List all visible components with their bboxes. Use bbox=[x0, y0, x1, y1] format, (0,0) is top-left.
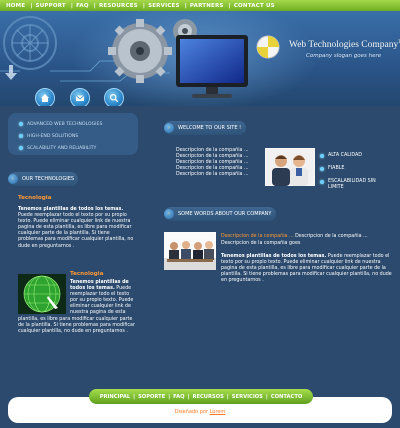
arrow-icon: › bbox=[164, 123, 174, 133]
arrow-icon: › bbox=[8, 174, 18, 184]
brand-name: Web Technologies Company bbox=[289, 40, 399, 51]
nav-separator: | bbox=[30, 2, 33, 9]
mail-icon bbox=[75, 95, 85, 101]
credit-prefix: Diseñado por bbox=[174, 409, 210, 415]
feature-label: ALTA CALIDAD bbox=[328, 152, 362, 158]
nav-separator: | bbox=[265, 393, 268, 400]
top-nav-partners[interactable]: PARTNERS bbox=[190, 3, 224, 9]
nav-separator: | bbox=[228, 2, 231, 9]
company-logo bbox=[256, 35, 280, 59]
top-nav-support[interactable]: SUPPORT bbox=[36, 3, 66, 9]
our-tech-heading-text: OUR TECHNOLOGIES bbox=[22, 176, 75, 182]
feature-list: ALTA CALIDAD FIABLE ESCALABILIDAD SIN LI… bbox=[320, 150, 390, 192]
arrow-icon: › bbox=[164, 209, 174, 219]
welcome-heading: › WELCOME TO OUR SITE ! bbox=[164, 121, 241, 135]
tech2-block: Tecnologia Tenemos plantillas de todos l… bbox=[18, 271, 136, 335]
nav-separator: | bbox=[93, 2, 96, 9]
nav-separator: | bbox=[133, 393, 136, 400]
quick-link-item[interactable]: SCALABILITY AND RELIABILITY bbox=[19, 142, 138, 154]
footer-nav: PRINCIPAL | SOPORTE | FAQ | RECURSOS | SERVI… bbox=[89, 389, 313, 404]
bullet-icon bbox=[19, 122, 23, 126]
top-nav-resources[interactable]: RESOURCES bbox=[99, 3, 138, 9]
office-photo bbox=[164, 232, 216, 270]
footer-nav-servicios[interactable]: SERVICIOS bbox=[232, 394, 263, 400]
nav-separator: | bbox=[187, 393, 190, 400]
about-paragraph-bold: Tenemos plantillas de todos los temas. bbox=[221, 254, 327, 259]
nav-separator: | bbox=[168, 393, 171, 400]
feature-label: ESCALABILIDAD SIN LIMITE bbox=[328, 179, 376, 191]
feature-label: FIABLE bbox=[328, 165, 345, 171]
about-line-1: Descripcion de la compañia ... Descripci… bbox=[221, 234, 391, 240]
quick-links-box: ADVANCED WEB TECHNOLOGIES HIGH-END SOLUT… bbox=[8, 113, 138, 155]
brand-slogan: Company slogan goes here bbox=[306, 53, 382, 59]
home-icon bbox=[41, 94, 49, 102]
top-nav-contact[interactable]: CONTACT US bbox=[234, 3, 275, 9]
quick-link-item[interactable]: ADVANCED WEB TECHNOLOGIES bbox=[19, 118, 138, 130]
nav-separator: | bbox=[70, 2, 74, 9]
about-heading-text: SOME WORDS ABOUT OUR COMPANY bbox=[178, 211, 272, 217]
about-paragraph: Tenemos plantillas de todos los temas. P… bbox=[221, 254, 393, 284]
footer-credit: Diseñado por Lorem bbox=[0, 409, 400, 415]
quick-link-label: ADVANCED WEB TECHNOLOGIES bbox=[27, 121, 103, 127]
welcome-lines: Descripcion de la compañia ... Descripci… bbox=[176, 148, 266, 178]
about-line-1-text: Descripcion de la compañia ... bbox=[293, 234, 368, 239]
about-heading: › SOME WORDS ABOUT OUR COMPANY bbox=[164, 207, 271, 221]
feature-item: ALTA CALIDAD bbox=[320, 150, 390, 162]
feature-item: FIABLE bbox=[320, 162, 390, 176]
bullet-icon bbox=[320, 167, 324, 171]
footer-nav-contacto[interactable]: CONTACTO bbox=[271, 394, 302, 400]
about-line-2: Descripcion de la compañia goes bbox=[221, 241, 301, 246]
team-photo bbox=[265, 148, 315, 186]
nav-separator: | bbox=[142, 2, 146, 9]
tech-title: Tecnologia bbox=[18, 195, 52, 201]
quick-link-label: SCALABILITY AND RELIABILITY bbox=[27, 145, 97, 151]
search-icon bbox=[109, 93, 119, 103]
welcome-line: Descripcion de la compañia ... bbox=[176, 172, 249, 178]
bullet-icon bbox=[320, 154, 324, 158]
top-nav-faq[interactable]: FAQ bbox=[76, 3, 89, 9]
quick-link-item[interactable]: HIGH-END SOLUTIONS bbox=[19, 130, 138, 142]
footer-nav-soporte[interactable]: SOPORTE bbox=[138, 394, 165, 400]
search-icon-button[interactable] bbox=[104, 88, 124, 106]
our-tech-heading: › OUR TECHNOLOGIES bbox=[8, 172, 74, 186]
footer-nav-recursos[interactable]: RECURSOS bbox=[192, 394, 223, 400]
top-nav-home[interactable]: HOME bbox=[6, 3, 25, 9]
tech-paragraph: Tenemos plantillas de todos los temas. P… bbox=[18, 207, 136, 250]
bullet-icon bbox=[320, 180, 324, 184]
mail-icon-button[interactable] bbox=[70, 88, 90, 106]
bullet-icon bbox=[19, 146, 23, 150]
welcome-heading-text: WELCOME TO OUR SITE ! bbox=[178, 125, 242, 131]
about-link[interactable]: Descripcion de la compañia ... bbox=[221, 234, 294, 239]
tech-paragraph-text: Puede reemplazar todo el texto por su pr… bbox=[18, 213, 134, 249]
quick-link-label: HIGH-END SOLUTIONS bbox=[27, 133, 79, 139]
bullet-icon bbox=[19, 134, 23, 138]
nav-separator: | bbox=[226, 393, 229, 400]
footer-nav-principal[interactable]: PRINCIPAL bbox=[100, 394, 130, 400]
top-nav: HOME | SUPPORT | FAQ | RESOURCES | SERVICES |… bbox=[0, 0, 400, 11]
feature-item: ESCALABILIDAD SIN LIMITE bbox=[320, 176, 390, 192]
header-banner: Web Technologies CompanyTM Company sloga… bbox=[0, 11, 400, 106]
footer-nav-faq[interactable]: FAQ bbox=[173, 394, 184, 400]
top-nav-services[interactable]: SERVICES bbox=[148, 3, 180, 9]
green-globe-image bbox=[18, 274, 66, 314]
home-icon-button[interactable] bbox=[35, 88, 55, 106]
brand-title: Web Technologies CompanyTM bbox=[289, 40, 400, 50]
nav-separator: | bbox=[184, 2, 187, 9]
tech-paragraph-bold: Tenemos plantillas de todos los temas. bbox=[18, 207, 124, 212]
credit-link[interactable]: Lorem bbox=[210, 409, 226, 415]
